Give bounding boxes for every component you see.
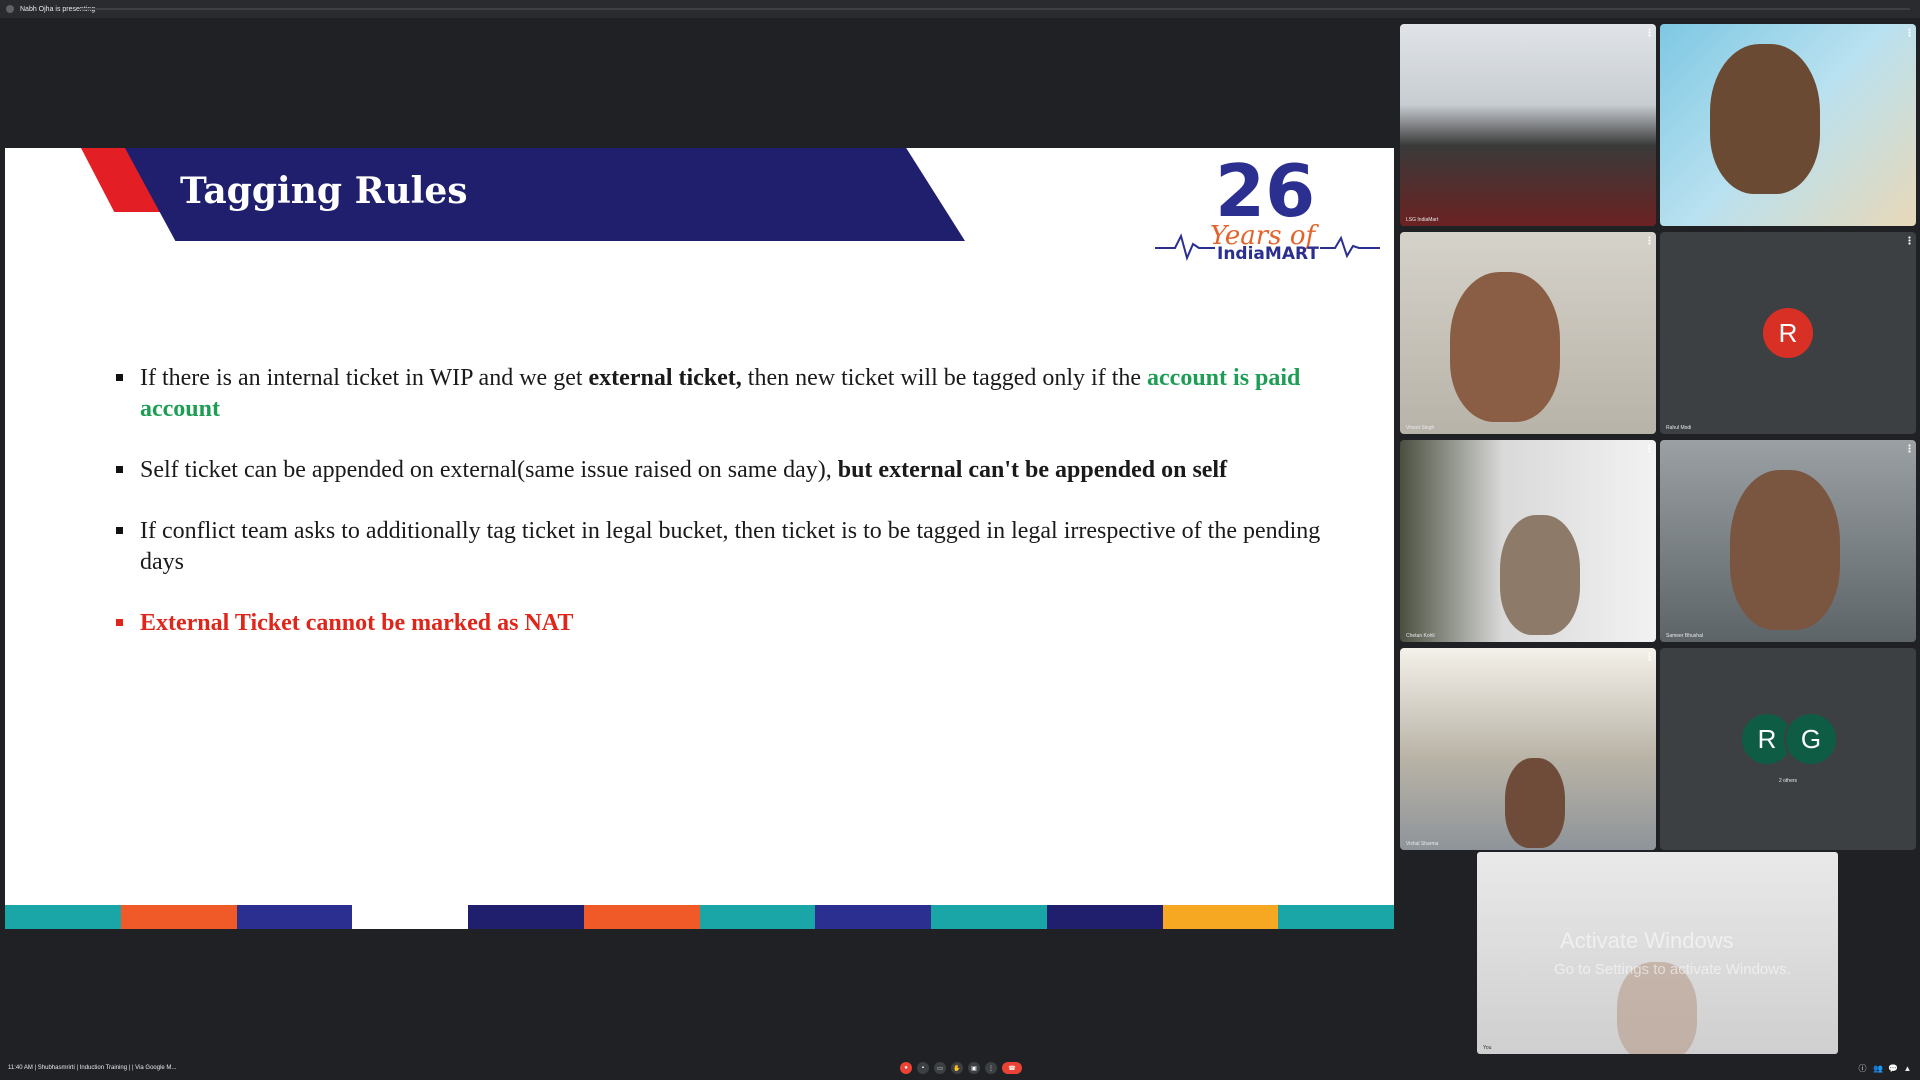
participant-video bbox=[1710, 44, 1820, 194]
slide-bullet-list: If there is an internal ticket in WIP an… bbox=[110, 363, 1370, 669]
logo-brand: IndiaMART bbox=[1217, 244, 1319, 264]
participant-tile[interactable]: R Rahul Modi bbox=[1660, 232, 1916, 434]
more-options-icon[interactable] bbox=[1908, 444, 1911, 453]
presenting-bar: Nabh Ojha is presenting bbox=[0, 0, 1920, 18]
more-options-icon[interactable] bbox=[1648, 28, 1651, 37]
participant-video bbox=[1730, 470, 1840, 630]
participant-avatar: G bbox=[1784, 712, 1838, 766]
call-controls: ● ▪ ▭ ✋ ▣ ⋮ ☎ bbox=[900, 1062, 1022, 1074]
participant-avatar: R bbox=[1763, 308, 1813, 358]
more-options-icon[interactable] bbox=[1648, 444, 1651, 453]
participant-video bbox=[1500, 515, 1580, 635]
bullet-self-ticket-append: Self ticket can be appended on external(… bbox=[110, 455, 1370, 486]
meeting-control-bar: 11:40 AM | Shubhasmrirti | Induction Tra… bbox=[0, 1056, 1920, 1080]
captions-icon[interactable]: ▭ bbox=[934, 1062, 946, 1074]
presenting-bar-divider bbox=[80, 8, 1910, 10]
mic-off-icon[interactable]: ● bbox=[900, 1062, 912, 1074]
info-icon[interactable]: ⓘ bbox=[1858, 1064, 1867, 1073]
participant-tile[interactable]: R G 2 others bbox=[1660, 648, 1916, 850]
end-call-icon[interactable]: ☎ bbox=[1002, 1062, 1022, 1074]
participant-tile[interactable] bbox=[1660, 24, 1916, 226]
more-options-icon[interactable] bbox=[1648, 652, 1651, 661]
windows-activation-watermark-subtitle: Go to Settings to activate Windows. bbox=[1554, 961, 1791, 978]
people-icon[interactable]: 👥 bbox=[1873, 1064, 1883, 1073]
present-icon[interactable]: ▣ bbox=[968, 1062, 980, 1074]
more-options-icon[interactable]: ⋮ bbox=[985, 1062, 997, 1074]
camera-icon[interactable]: ▪ bbox=[917, 1062, 929, 1074]
chat-icon[interactable]: 💬 bbox=[1888, 1064, 1898, 1073]
bullet-external-not-nat: External Ticket cannot be marked as NAT bbox=[110, 608, 1370, 639]
participant-tile[interactable]: LSG IndiaMart bbox=[1400, 24, 1656, 226]
bullet-conflict-legal-bucket: If conflict team asks to additionally ta… bbox=[110, 516, 1370, 578]
participant-tile[interactable]: Sameer Bhushal bbox=[1660, 440, 1916, 642]
more-options-icon[interactable] bbox=[1908, 28, 1911, 37]
participant-tile[interactable]: Vishal Sharma bbox=[1400, 648, 1656, 850]
bullet-external-ticket-tagging: If there is an internal ticket in WIP an… bbox=[110, 363, 1370, 425]
meeting-info: 11:40 AM | Shubhasmrirti | Induction Tra… bbox=[8, 1065, 177, 1071]
participant-tile[interactable]: Chetan Kohli bbox=[1400, 440, 1656, 642]
presenting-icon bbox=[6, 5, 14, 13]
others-count-label: 2 others bbox=[1778, 778, 1798, 784]
participant-tile[interactable]: Vineet Singh bbox=[1400, 232, 1656, 434]
activities-icon[interactable]: ▲ bbox=[1903, 1064, 1912, 1073]
more-options-icon[interactable] bbox=[1648, 236, 1651, 245]
side-panel-icons: ⓘ 👥 💬 ▲ bbox=[1858, 1064, 1912, 1073]
raise-hand-icon[interactable]: ✋ bbox=[951, 1062, 963, 1074]
participant-video bbox=[1505, 758, 1565, 848]
more-options-icon[interactable] bbox=[1908, 236, 1911, 245]
windows-activation-watermark-title: Activate Windows bbox=[1560, 928, 1734, 953]
indiamart-26-years-logo: 26 Years of IndiaMART bbox=[1155, 149, 1380, 264]
participant-video bbox=[1450, 272, 1560, 422]
slide-footer-graphic bbox=[5, 905, 1394, 929]
slide-title: Tagging Rules bbox=[180, 170, 468, 212]
presentation-slide: Tagging Rules 26 Years of IndiaMART If t… bbox=[5, 148, 1394, 929]
